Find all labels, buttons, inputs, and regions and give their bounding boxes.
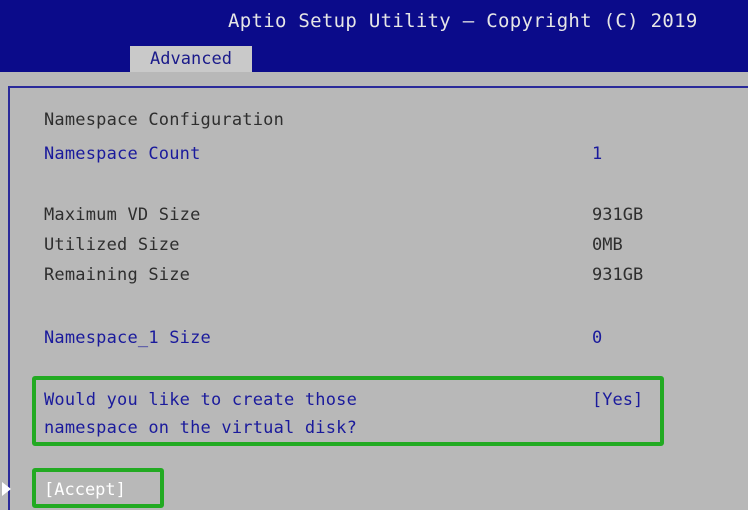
create-prompt-line-2[interactable]: namespace on the virtual disk? [44, 418, 357, 438]
namespace-1-size-label[interactable]: Namespace_1 Size [44, 328, 211, 348]
create-prompt-line-1[interactable]: Would you like to create those [44, 390, 357, 410]
create-namespace-value[interactable]: [Yes] [592, 390, 643, 410]
max-vd-size-label: Maximum VD Size [44, 205, 201, 225]
submenu-arrow-icon [2, 482, 11, 496]
utilized-size-label: Utilized Size [44, 235, 180, 255]
namespace-count-label[interactable]: Namespace Count [44, 144, 201, 164]
namespace-count-value[interactable]: 1 [592, 144, 602, 164]
app-title: Aptio Setup Utility – Copyright (C) 2019 [228, 10, 698, 32]
tab-advanced[interactable]: Advanced [130, 46, 252, 72]
accept-button[interactable]: [Accept] [44, 480, 126, 500]
section-title: Namespace Configuration [44, 110, 285, 130]
bios-screen: Aptio Setup Utility – Copyright (C) 2019… [0, 0, 748, 510]
max-vd-size-value: 931GB [592, 205, 644, 225]
title-bar: Aptio Setup Utility – Copyright (C) 2019… [0, 0, 748, 72]
remaining-size-label: Remaining Size [44, 265, 191, 285]
remaining-size-value: 931GB [592, 265, 644, 285]
namespace-1-size-value[interactable]: 0 [592, 328, 602, 348]
utilized-size-value: 0MB [592, 235, 623, 255]
